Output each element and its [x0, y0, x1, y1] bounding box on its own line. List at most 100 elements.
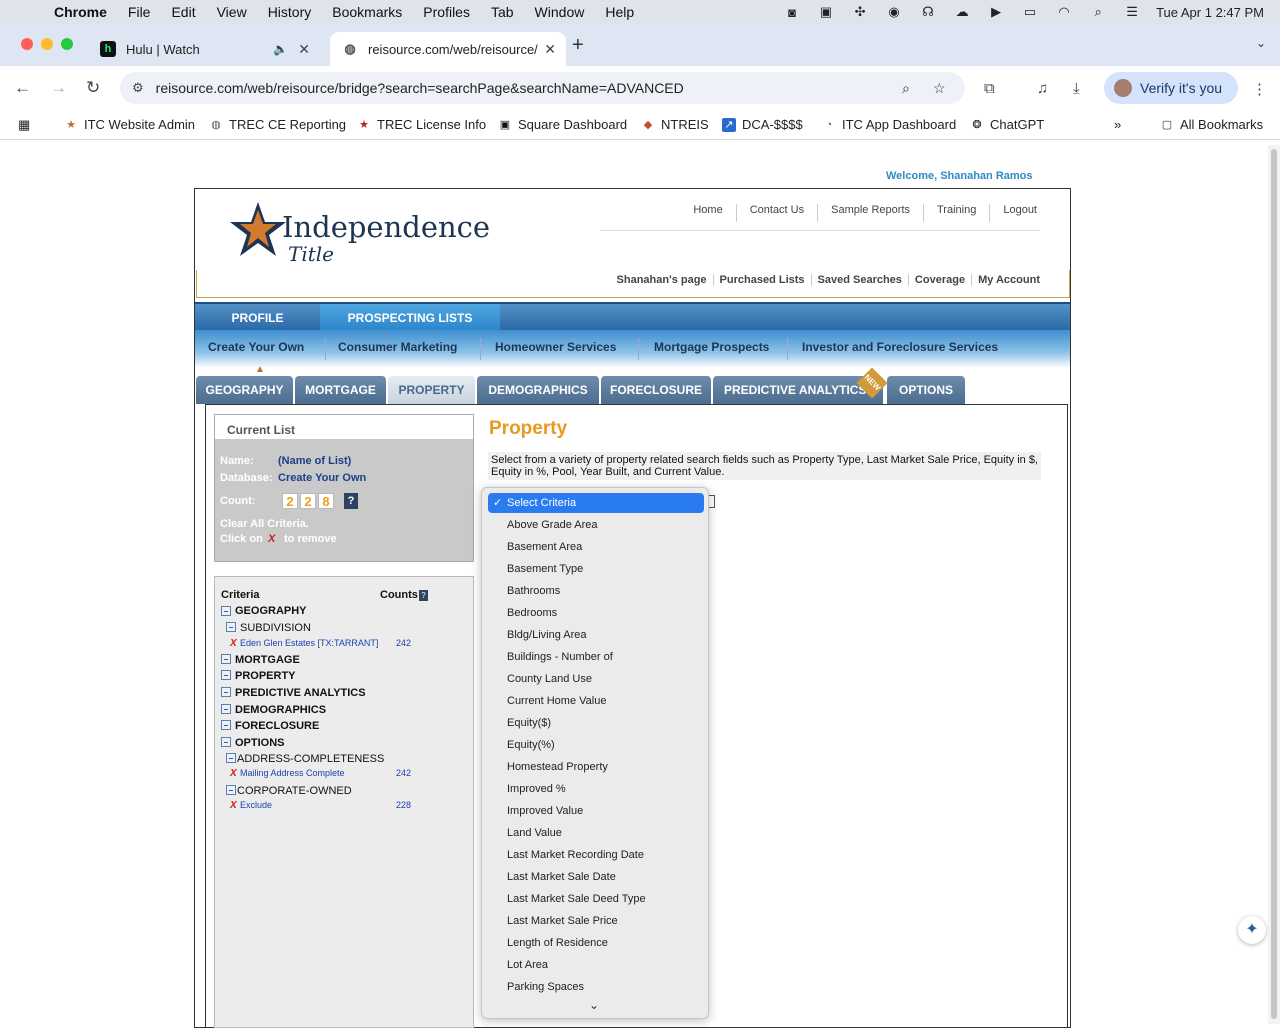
link-logout[interactable]: Logout	[989, 204, 1050, 222]
zoom-search-icon[interactable]: ⌕	[902, 80, 910, 97]
dropdown-option[interactable]: Improved Value	[488, 801, 704, 821]
verify-identity-button[interactable]: Verify it's you	[1104, 72, 1238, 104]
dropdown-option[interactable]: Last Market Sale Date	[488, 867, 704, 887]
dropdown-option[interactable]: Bldg/Living Area	[488, 625, 704, 645]
menu-profiles[interactable]: Profiles	[423, 4, 470, 20]
link-sample-reports[interactable]: Sample Reports	[817, 204, 923, 222]
headphones-icon[interactable]: ☊	[918, 4, 938, 19]
forward-arrow-icon[interactable]: →	[50, 78, 67, 98]
tab-reisource[interactable]: ◍ reisource.com/web/reisource/ ✕	[330, 32, 566, 66]
link-coverage[interactable]: Coverage	[907, 274, 971, 286]
menu-tab[interactable]: Tab	[491, 4, 514, 20]
link-purchased-lists[interactable]: Purchased Lists	[712, 274, 811, 286]
tab-prospecting-lists[interactable]: PROSPECTING LISTS	[320, 304, 500, 332]
menu-history[interactable]: History	[268, 4, 312, 20]
collapse-corporate-icon[interactable]	[226, 785, 236, 795]
cloud-icon[interactable]: ☁	[952, 4, 972, 19]
link-my-page[interactable]: Shanahan's page	[611, 274, 713, 286]
menu-view[interactable]: View	[217, 4, 247, 20]
expand-demographics-icon[interactable]	[221, 704, 231, 714]
subnav-homeowner-services[interactable]: Homeowner Services	[495, 340, 616, 354]
tab-search-chevron-icon[interactable]: ⌄	[1256, 36, 1266, 50]
close-tab-icon[interactable]: ✕	[544, 41, 556, 58]
tab-options[interactable]: OPTIONS	[887, 376, 965, 404]
remove-eden-icon[interactable]: X	[230, 638, 237, 649]
dropdown-option[interactable]: Buildings - Number of	[488, 647, 704, 667]
play-icon[interactable]: ▶	[986, 4, 1006, 19]
bookmark-chatgpt[interactable]: ❂ ChatGPT	[970, 117, 1044, 132]
dropdown-option[interactable]: Land Value	[488, 823, 704, 843]
menu-help[interactable]: Help	[605, 4, 634, 20]
bookmark-trec-license-info[interactable]: ★ TREC License Info	[357, 117, 486, 132]
dropdown-option[interactable]: Improved %	[488, 779, 704, 799]
wifi-icon[interactable]: ◠	[1054, 4, 1074, 19]
bookmark-dca[interactable]: ↗ DCA-$$$$	[722, 117, 803, 132]
tab-geography[interactable]: GEOGRAPHY	[196, 376, 293, 404]
bookmark-star-icon[interactable]: ☆	[933, 80, 946, 97]
collapse-address-icon[interactable]	[226, 753, 236, 763]
tab-property[interactable]: PROPERTY	[388, 376, 475, 404]
database-value[interactable]: Create Your Own	[278, 472, 366, 484]
scroll-down-chevron-icon[interactable]: ⌄	[589, 998, 599, 1012]
expand-predictive-icon[interactable]	[221, 687, 231, 697]
minimize-window-button[interactable]	[41, 38, 53, 50]
dropdown-option[interactable]: Last Market Sale Deed Type	[488, 889, 704, 909]
bookmarks-overflow-icon[interactable]: »	[1114, 117, 1121, 132]
tab-demographics[interactable]: DEMOGRAPHICS	[477, 376, 599, 404]
screen-share-icon[interactable]: ▣	[816, 4, 836, 19]
dropdown-option[interactable]: Bathrooms	[488, 581, 704, 601]
dropdown-option[interactable]: Current Home Value	[488, 691, 704, 711]
dropdown-option[interactable]: Length of Residence	[488, 933, 704, 953]
page-scrollbar[interactable]	[1268, 145, 1280, 1024]
extension-status-icon[interactable]: ✣	[850, 4, 870, 19]
remove-mailing-icon[interactable]: X	[230, 768, 237, 779]
dropdown-option[interactable]: Bedrooms	[488, 603, 704, 623]
menu-bookmarks[interactable]: Bookmarks	[332, 4, 402, 20]
all-bookmarks-folder[interactable]: ▢ All Bookmarks	[1160, 117, 1263, 132]
dropdown-option[interactable]: Lot Area	[488, 955, 704, 975]
link-training[interactable]: Training	[923, 204, 989, 222]
media-controls-icon[interactable]: ♫	[1037, 80, 1048, 97]
menu-window[interactable]: Window	[535, 4, 585, 20]
collapse-subdivision-icon[interactable]	[226, 622, 236, 632]
close-window-button[interactable]	[21, 38, 33, 50]
bookmark-ntreis[interactable]: ◆ NTREIS	[641, 117, 709, 132]
remove-exclude-icon[interactable]: X	[230, 800, 237, 811]
dropdown-option[interactable]: Above Grade Area	[488, 515, 704, 535]
collapse-geography-icon[interactable]	[221, 606, 231, 616]
back-arrow-icon[interactable]: ←	[14, 78, 31, 98]
site-settings-icon[interactable]: ⚙	[132, 80, 144, 96]
status-app-icon[interactable]: ◉	[884, 4, 904, 19]
tab-mortgage[interactable]: MORTGAGE	[295, 376, 386, 404]
speaker-icon[interactable]: 🔈	[273, 42, 288, 56]
subnav-mortgage-prospects[interactable]: Mortgage Prospects	[654, 340, 769, 354]
bookmark-itc-website-admin[interactable]: ★ ITC Website Admin	[64, 117, 195, 132]
new-tab-icon[interactable]: +	[572, 34, 584, 57]
dropdown-option[interactable]: Homestead Property	[488, 757, 704, 777]
kebab-menu-icon[interactable]: ⋮	[1252, 80, 1267, 98]
dropdown-option[interactable]: Last Market Recording Date	[488, 845, 704, 865]
close-tab-icon[interactable]: ✕	[298, 41, 310, 58]
menu-app[interactable]: Chrome	[54, 4, 107, 20]
menu-edit[interactable]: Edit	[171, 4, 195, 20]
bookmark-itc-app-dashboard[interactable]: ◔ ITC App Dashboard	[822, 117, 957, 132]
bookmark-square-dashboard[interactable]: ▣ Square Dashboard	[498, 117, 627, 132]
address-bar[interactable]: ⚙ reisource.com/web/reisource/bridge?sea…	[120, 72, 965, 104]
clear-all-criteria-link[interactable]: Clear All Criteria.	[220, 518, 309, 530]
subnav-consumer-marketing[interactable]: Consumer Marketing	[338, 340, 457, 354]
dropdown-option[interactable]: Equity(%)	[488, 735, 704, 755]
screenshot-icon[interactable]: ◙	[782, 5, 802, 20]
control-center-icon[interactable]: ☰	[1122, 4, 1142, 19]
expand-property-icon[interactable]	[221, 670, 231, 680]
tab-hulu[interactable]: h Hulu | Watch 🔈 ✕	[88, 32, 320, 66]
reload-icon[interactable]: ↻	[86, 78, 100, 98]
tab-profile[interactable]: PROFILE	[195, 304, 320, 332]
dropdown-option[interactable]: Basement Type	[488, 559, 704, 579]
menubar-clock[interactable]: Tue Apr 1 2:47 PM	[1156, 5, 1264, 20]
menu-file[interactable]: File	[128, 4, 151, 20]
url-text[interactable]: reisource.com/web/reisource/bridge?searc…	[156, 80, 684, 96]
subnav-create-your-own[interactable]: Create Your Own	[208, 340, 304, 354]
dropdown-option[interactable]: Equity($)	[488, 713, 704, 733]
dropdown-option[interactable]: County Land Use	[488, 669, 704, 689]
dropdown-option[interactable]: Basement Area	[488, 537, 704, 557]
